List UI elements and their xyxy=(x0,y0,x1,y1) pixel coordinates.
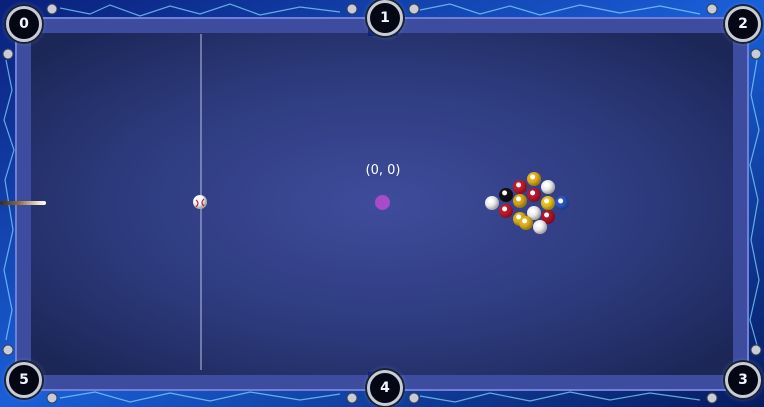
pocket-1[interactable]: 1 xyxy=(367,0,403,36)
pocket-3[interactable]: 3 xyxy=(725,362,761,398)
pocket-label: 5 xyxy=(19,372,29,388)
pocket-label: 4 xyxy=(380,380,390,396)
object-ball xyxy=(499,204,513,218)
object-ball xyxy=(519,216,533,230)
pocket-4[interactable]: 4 xyxy=(367,370,403,406)
object-ball xyxy=(513,180,527,194)
object-ball xyxy=(533,220,547,234)
cue-stick[interactable] xyxy=(0,201,46,205)
origin-label: (0, 0) xyxy=(365,163,401,178)
pocket-0[interactable]: 0 xyxy=(6,6,42,42)
cue-ball-seam-icon xyxy=(195,198,205,208)
pocket-label: 2 xyxy=(738,16,748,32)
object-ball xyxy=(527,188,541,202)
center-spot xyxy=(375,195,390,210)
pocket-label: 1 xyxy=(380,10,390,26)
object-ball xyxy=(527,172,541,186)
pocket-label: 3 xyxy=(738,372,748,388)
object-ball xyxy=(555,196,569,210)
pocket-label: 0 xyxy=(19,16,29,32)
object-ball xyxy=(541,196,555,210)
object-ball xyxy=(499,188,513,202)
cue-ball[interactable] xyxy=(193,195,207,209)
pocket-5[interactable]: 5 xyxy=(6,362,42,398)
pocket-2[interactable]: 2 xyxy=(725,6,761,42)
object-ball xyxy=(485,196,499,210)
object-ball xyxy=(541,180,555,194)
object-ball xyxy=(513,194,527,208)
